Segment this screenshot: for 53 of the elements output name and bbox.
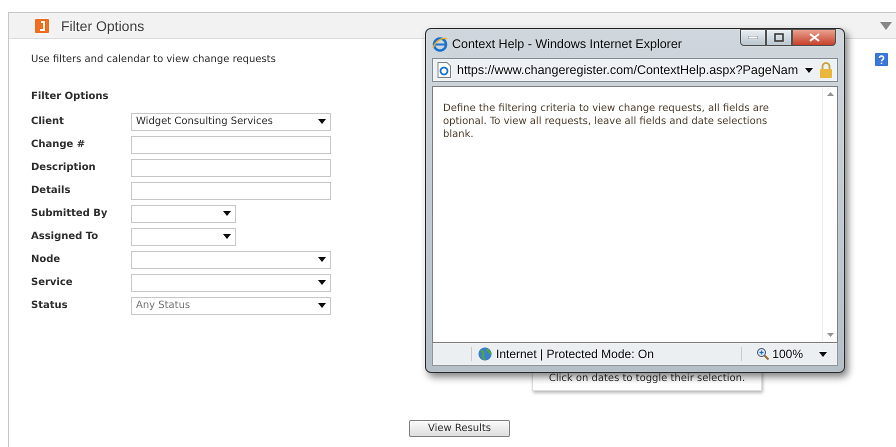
- zoom-level[interactable]: 100%: [772, 347, 803, 361]
- field-label: Service: [31, 276, 74, 290]
- panel-title: Filter Options: [61, 18, 144, 34]
- input-field[interactable]: [131, 182, 331, 200]
- lock-icon: [819, 62, 833, 78]
- dropdown-caret-icon: [318, 303, 326, 308]
- field-label: Node: [31, 253, 62, 267]
- field-label: Submitted By: [31, 207, 108, 221]
- address-bar[interactable]: https://www.changeregister.com/ContextHelp.aspx?PageNam: [432, 58, 838, 82]
- dropdown-caret-icon: [223, 234, 231, 239]
- collapse-caret-icon[interactable]: [880, 22, 892, 30]
- input-field[interactable]: [131, 136, 331, 154]
- dropdown-field[interactable]: Widget Consulting Services: [131, 112, 331, 130]
- section-title: Filter Options: [31, 91, 108, 102]
- dropdown-caret-icon[interactable]: [805, 68, 813, 72]
- help-text: Define the filtering criteria to view change requests, all fields are optional. To view all requests, leave all fields and date selections blank.: [442, 102, 770, 142]
- maximize-button[interactable]: [766, 29, 792, 46]
- globe-icon: [478, 347, 492, 361]
- dropdown-field[interactable]: [131, 204, 236, 222]
- minimize-icon: [748, 36, 758, 39]
- field-label: Change #: [31, 138, 86, 152]
- dropdown-caret-icon: [318, 257, 326, 262]
- browser-logo-icon: [432, 36, 448, 52]
- close-icon: [808, 33, 820, 42]
- status-text: Internet | Protected Mode: On: [496, 347, 654, 361]
- scroll-up-icon[interactable]: [826, 92, 834, 96]
- dropdown-caret-icon: [223, 211, 231, 216]
- view-results-button[interactable]: View Results: [409, 420, 510, 437]
- scrollbar[interactable]: [822, 87, 837, 342]
- input-field[interactable]: [131, 158, 331, 176]
- dropdown-field[interactable]: [131, 250, 331, 268]
- page-icon: [437, 62, 451, 78]
- field-label: Details: [31, 184, 72, 198]
- logo-icon: [35, 18, 49, 32]
- dropdown-field[interactable]: Any Status: [131, 296, 331, 314]
- calendar-hint: Click on dates to toggle their selection.: [548, 373, 746, 384]
- field-label: Assigned To: [31, 230, 100, 244]
- close-button[interactable]: [792, 29, 836, 46]
- scroll-down-icon[interactable]: [826, 333, 834, 337]
- help-icon[interactable]: [875, 53, 888, 66]
- dropdown-caret-icon: [318, 280, 326, 285]
- dropdown-caret-icon[interactable]: [819, 352, 827, 356]
- dropdown-field[interactable]: [131, 274, 331, 292]
- dropdown-field[interactable]: [131, 228, 236, 246]
- minimize-button[interactable]: [740, 29, 766, 46]
- field-label: Status: [31, 299, 69, 313]
- window-title: Context Help - Windows Internet Explorer: [452, 36, 682, 50]
- zoom-icon[interactable]: [756, 347, 770, 361]
- intro-text: Use filters and calendar to view change requests: [31, 54, 276, 65]
- dropdown-caret-icon: [318, 119, 326, 124]
- field-label: Client: [31, 115, 65, 129]
- field-label: Description: [31, 161, 97, 175]
- maximize-icon: [774, 33, 784, 42]
